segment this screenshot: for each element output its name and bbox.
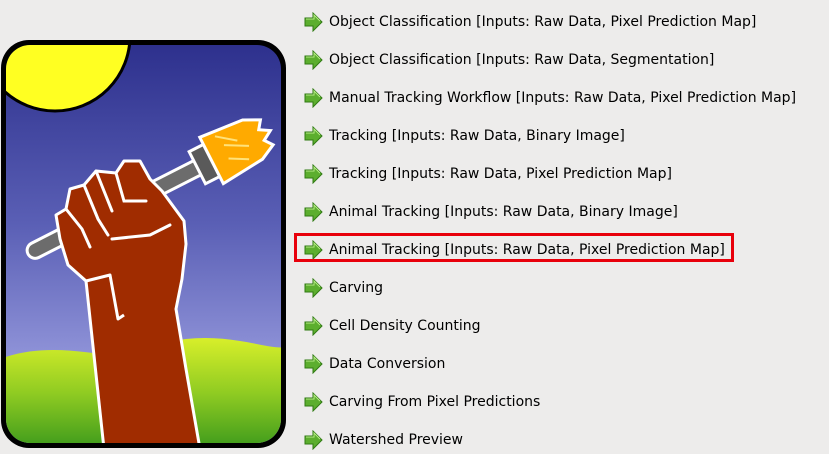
workflow-label: Carving — [329, 280, 384, 296]
workflow-item-selected[interactable]: Animal Tracking [Inputs: Raw Data, Pixel… — [294, 233, 823, 278]
workflow-item[interactable]: Manual Tracking Workflow [Inputs: Raw Da… — [303, 88, 823, 126]
workflow-label: Object Classification [Inputs: Raw Data,… — [329, 14, 757, 30]
workflow-label: Object Classification [Inputs: Raw Data,… — [329, 52, 715, 68]
workflow-label: Manual Tracking Workflow [Inputs: Raw Da… — [329, 90, 797, 106]
workflow-chooser: Object Classification [Inputs: Raw Data,… — [0, 0, 829, 454]
workflow-item[interactable]: Carving — [303, 278, 823, 316]
green-arrow-right-icon — [304, 278, 323, 298]
workflow-item[interactable]: Tracking [Inputs: Raw Data, Pixel Predic… — [303, 164, 823, 202]
green-arrow-right-icon — [304, 50, 323, 70]
workflow-item[interactable]: Object Classification [Inputs: Raw Data,… — [303, 12, 823, 50]
ilastik-logo — [1, 40, 286, 448]
green-arrow-right-icon — [304, 354, 323, 374]
green-arrow-right-icon — [304, 240, 323, 260]
green-arrow-right-icon — [304, 164, 323, 184]
workflow-item[interactable]: Cell Density Counting — [303, 316, 823, 354]
workflow-item[interactable]: Data Conversion — [303, 354, 823, 392]
green-arrow-right-icon — [304, 392, 323, 412]
workflow-label: Tracking [Inputs: Raw Data, Binary Image… — [329, 128, 625, 144]
workflow-item[interactable]: Watershed Preview — [303, 430, 823, 454]
workflow-label: Animal Tracking [Inputs: Raw Data, Pixel… — [329, 242, 725, 258]
workflow-item[interactable]: Carving From Pixel Predictions — [303, 392, 823, 430]
green-arrow-right-icon — [304, 126, 323, 146]
workflow-item[interactable]: Object Classification [Inputs: Raw Data,… — [303, 50, 823, 88]
green-arrow-right-icon — [304, 316, 323, 336]
workflow-label: Cell Density Counting — [329, 318, 481, 334]
green-arrow-right-icon — [304, 12, 323, 32]
workflow-list: Object Classification [Inputs: Raw Data,… — [294, 12, 823, 454]
workflow-label: Animal Tracking [Inputs: Raw Data, Binar… — [329, 204, 678, 220]
workflow-label: Watershed Preview — [329, 432, 463, 448]
green-arrow-right-icon — [304, 202, 323, 222]
green-arrow-right-icon — [304, 88, 323, 108]
workflow-item[interactable]: Animal Tracking [Inputs: Raw Data, Binar… — [303, 202, 823, 240]
workflow-label: Carving From Pixel Predictions — [329, 394, 541, 410]
workflow-label: Tracking [Inputs: Raw Data, Pixel Predic… — [329, 166, 672, 182]
green-arrow-right-icon — [304, 430, 323, 450]
workflow-item[interactable]: Tracking [Inputs: Raw Data, Binary Image… — [303, 126, 823, 164]
workflow-label: Data Conversion — [329, 356, 446, 372]
